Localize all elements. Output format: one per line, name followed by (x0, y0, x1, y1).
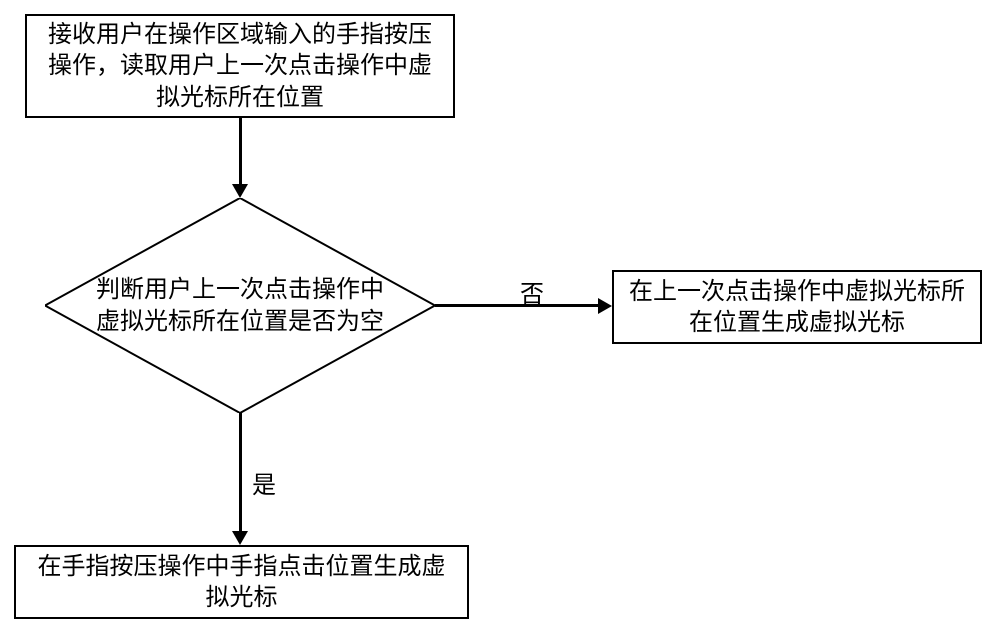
arrow-head-b-to-c (598, 298, 612, 314)
process-box-receive-input: 接收用户在操作区域输入的手指按压操作，读取用户上一次点击操作中虚拟光标所在位置 (25, 14, 455, 118)
decision-text: 判断用户上一次点击操作中虚拟光标所在位置是否为空 (95, 274, 385, 336)
arrow-b-to-c (435, 304, 600, 307)
arrow-a-to-b (239, 118, 242, 186)
arrow-head-b-to-d (232, 531, 248, 545)
process-box-generate-previous: 在上一次点击操作中虚拟光标所在位置生成虚拟光标 (612, 270, 982, 344)
arrow-b-to-d (239, 413, 242, 533)
process-text: 接收用户在操作区域输入的手指按压操作，读取用户上一次点击操作中虚拟光标所在位置 (39, 19, 441, 113)
decision-diamond: 判断用户上一次点击操作中虚拟光标所在位置是否为空 (45, 198, 435, 413)
process-text: 在上一次点击操作中虚拟光标所在位置生成虚拟光标 (626, 276, 968, 338)
process-box-generate-at-touch: 在手指按压操作中手指点击位置生成虚拟光标 (14, 545, 469, 619)
edge-label-yes: 是 (252, 465, 276, 500)
edge-label-no: 否 (520, 274, 544, 309)
process-text: 在手指按压操作中手指点击位置生成虚拟光标 (28, 551, 455, 613)
arrow-head-a-to-b (232, 184, 248, 198)
